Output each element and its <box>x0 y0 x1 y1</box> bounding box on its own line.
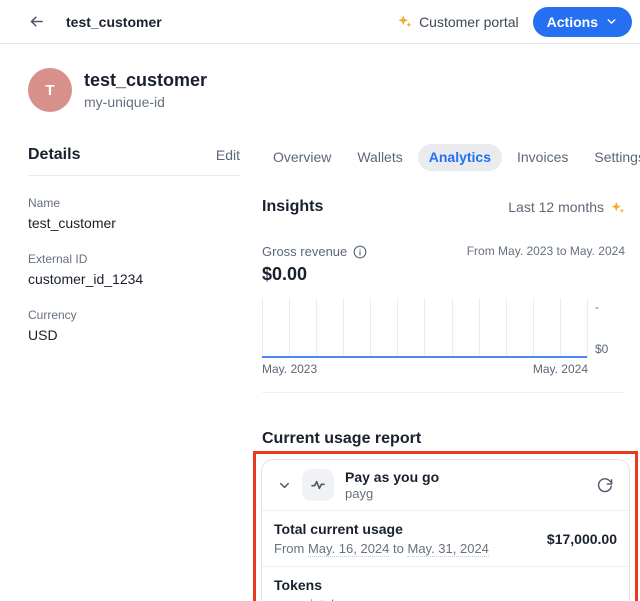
period-selector-label: Last 12 months <box>508 199 604 215</box>
chart-y-axis-labels: - $0 <box>588 298 625 358</box>
sparkles-icon <box>397 14 412 29</box>
annotation-highlight-box: Pay as you go payg Total current usage <box>253 451 638 601</box>
x-tick-start: May. 2023 <box>262 362 317 376</box>
period-from-date[interactable]: May. 16, 2024 <box>308 541 389 557</box>
field-value: customer_id_1234 <box>28 270 240 288</box>
usage-period: From May. 16, 2024 to May. 31, 2024 <box>274 540 489 557</box>
tab-wallets[interactable]: Wallets <box>346 144 413 171</box>
info-icon[interactable] <box>353 245 367 259</box>
detail-field-currency: Currency USD <box>28 308 240 344</box>
usage-card-header[interactable]: Pay as you go payg <box>262 460 629 510</box>
total-usage-info: Total current usage From May. 16, 2024 t… <box>274 520 489 557</box>
activity-pulse-icon <box>310 477 326 493</box>
edit-details-button[interactable]: Edit <box>216 147 240 163</box>
chevron-down-icon <box>605 15 618 28</box>
field-value: test_customer <box>28 214 240 232</box>
gross-revenue-amount: $0.00 <box>262 264 625 285</box>
plan-info: Pay as you go payg <box>345 468 439 502</box>
page-title: test_customer <box>84 69 207 91</box>
customer-tabs: Overview Wallets Analytics Invoices Sett… <box>262 144 625 171</box>
usage-card: Pay as you go payg Total current usage <box>261 459 630 601</box>
usage-item-name: Tokens <box>274 576 359 594</box>
details-panel: Details Edit Name test_customer External… <box>28 144 240 601</box>
actions-button-label: Actions <box>547 14 598 30</box>
usage-item-info: Tokens openai_tokens <box>274 576 359 601</box>
tab-analytics[interactable]: Analytics <box>418 144 502 171</box>
period-to-date[interactable]: May. 31, 2024 <box>407 541 488 557</box>
refresh-button[interactable] <box>591 472 617 498</box>
customer-identity: test_customer my-unique-id <box>84 69 207 111</box>
field-label: External ID <box>28 252 240 267</box>
actions-button[interactable]: Actions <box>533 7 632 37</box>
refresh-icon <box>596 477 613 494</box>
usage-item-code: openai_tokens <box>274 596 359 601</box>
field-label: Currency <box>28 308 240 323</box>
chart-x-axis-labels: May. 2023 May. 2024 <box>262 362 588 376</box>
detail-field-external-id: External ID customer_id_1234 <box>28 252 240 288</box>
tab-overview[interactable]: Overview <box>262 144 342 171</box>
tab-invoices[interactable]: Invoices <box>506 144 579 171</box>
period-prefix: From <box>274 541 304 556</box>
chart-plot-area <box>262 298 588 358</box>
chart-zero-revenue-line <box>262 356 587 358</box>
back-button[interactable] <box>22 8 50 36</box>
detail-field-name: Name test_customer <box>28 196 240 232</box>
details-title: Details <box>28 146 80 164</box>
x-tick-end: May. 2024 <box>533 362 588 376</box>
gross-revenue-date-range: From May. 2023 to May. 2024 <box>467 244 625 258</box>
usage-item-row[interactable]: Tokens openai_tokens <box>262 567 629 601</box>
total-usage-amount: $17,000.00 <box>547 531 617 547</box>
avatar: T <box>28 68 72 112</box>
insights-title: Insights <box>262 198 323 216</box>
sparkles-icon <box>610 200 625 215</box>
usage-report-title: Current usage report <box>262 430 625 448</box>
customer-portal-link[interactable]: Customer portal <box>397 14 519 30</box>
gross-revenue-chart: - $0 <box>262 298 625 358</box>
field-value: USD <box>28 326 240 344</box>
arrow-left-icon <box>28 13 45 30</box>
plan-name: Pay as you go <box>345 468 439 486</box>
period-selector[interactable]: Last 12 months <box>508 199 625 215</box>
chevron-down-icon <box>277 478 292 493</box>
y-tick-bottom: $0 <box>595 342 625 356</box>
avatar-initial: T <box>45 82 54 99</box>
section-divider <box>262 392 625 393</box>
main-content: Overview Wallets Analytics Invoices Sett… <box>262 144 625 601</box>
details-divider <box>28 175 240 176</box>
topbar-customer-title: test_customer <box>66 14 162 30</box>
y-tick-top: - <box>595 300 625 314</box>
period-joiner: to <box>393 541 404 556</box>
customer-portal-label: Customer portal <box>419 14 519 30</box>
customer-page: test_customer Customer portal Actions T … <box>0 0 640 601</box>
total-usage-row: Total current usage From May. 16, 2024 t… <box>262 511 629 566</box>
gross-revenue-label: Gross revenue <box>262 244 347 259</box>
plan-avatar <box>302 469 334 501</box>
field-label: Name <box>28 196 240 211</box>
top-bar: test_customer Customer portal Actions <box>0 0 640 44</box>
topbar-actions-group: Customer portal Actions <box>397 7 632 37</box>
customer-external-ref: my-unique-id <box>84 93 207 111</box>
customer-header: T test_customer my-unique-id <box>0 44 640 112</box>
plan-code: payg <box>345 486 439 502</box>
total-usage-label: Total current usage <box>274 520 489 538</box>
tab-settings[interactable]: Settings <box>583 144 640 171</box>
collapse-toggle[interactable] <box>274 475 294 495</box>
